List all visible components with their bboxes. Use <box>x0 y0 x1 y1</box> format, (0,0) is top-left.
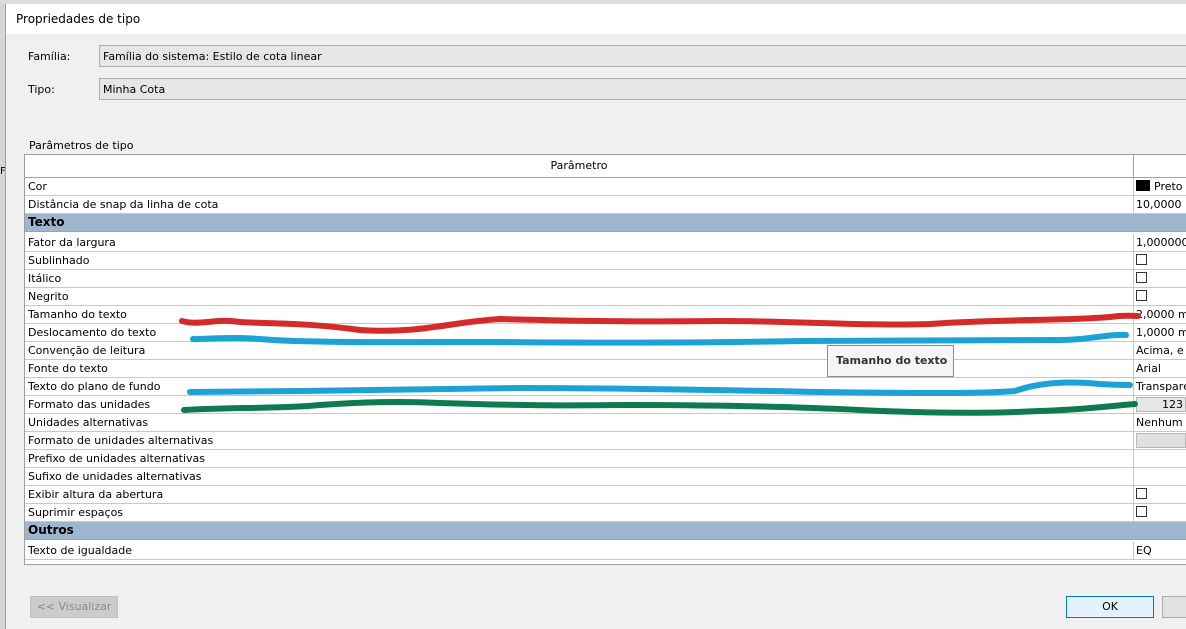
parameter-value[interactable]: Nenhum <box>1133 414 1186 431</box>
table-row[interactable]: Deslocamento do texto 1,0000 mm <box>25 324 1186 342</box>
parameter-name: Distância de snap da linha de cota <box>28 198 219 211</box>
table-row[interactable]: Convenção de leitura Acima, e <box>25 342 1186 360</box>
parameter-value[interactable]: 10,0000 mm <box>1133 196 1186 213</box>
parameter-name: Tamanho do texto <box>28 308 127 321</box>
parameter-value[interactable] <box>1133 504 1186 521</box>
dialog-title: Propriedades de tipo <box>16 12 141 26</box>
parameter-value[interactable] <box>1133 270 1186 287</box>
column-header-parameter[interactable]: Parâmetro <box>25 155 1134 177</box>
parameter-value[interactable]: 2,0000 mm <box>1133 306 1186 323</box>
section-title: Texto <box>28 215 65 229</box>
parameter-name: Unidades alternativas <box>28 416 149 429</box>
title-bar[interactable]: Propriedades de tipo <box>6 4 1186 34</box>
parameter-name: Itálico <box>28 272 62 285</box>
parameter-value[interactable]: Arial <box>1133 360 1186 377</box>
color-swatch <box>1136 180 1150 191</box>
parameter-name: Sublinhado <box>28 254 90 267</box>
parameter-value[interactable]: 123 <box>1133 396 1186 413</box>
tooltip-text-size: Tamanho do texto <box>827 345 954 377</box>
disabled-field <box>1136 433 1186 448</box>
grid-header: Parâmetro <box>25 155 1186 178</box>
ok-button[interactable]: OK <box>1066 596 1154 618</box>
table-row[interactable]: Texto de igualdade EQ <box>25 542 1186 560</box>
parameter-name: Fator da largura <box>28 236 116 249</box>
parameter-name: Texto do plano de fundo <box>28 380 161 393</box>
table-row[interactable]: Prefixo de unidades alternativas <box>25 450 1186 468</box>
parameter-value[interactable] <box>1133 288 1186 305</box>
type-parameters-grid[interactable]: Parâmetro Cor Preto Distância de snap da l… <box>24 154 1186 565</box>
table-row[interactable]: Formato das unidades 123 <box>25 396 1186 414</box>
table-row[interactable]: Unidades alternativas Nenhum <box>25 414 1186 432</box>
parameter-value[interactable] <box>1133 252 1186 269</box>
section-header[interactable]: Texto <box>25 214 1186 232</box>
table-row[interactable]: Itálico <box>25 270 1186 288</box>
parameter-name: Exibir altura da abertura <box>28 488 164 501</box>
parameter-name: Fonte do texto <box>28 362 108 375</box>
parameter-name: Suprimir espaços <box>28 506 124 519</box>
parameter-name: Prefixo de unidades alternativas <box>28 452 206 465</box>
type-parameters-label: Parâmetros de tipo <box>29 139 134 152</box>
parameter-value[interactable]: Transparente <box>1133 378 1186 395</box>
parameter-value[interactable]: 1,0000 mm <box>1133 324 1186 341</box>
table-row[interactable]: Sublinhado <box>25 252 1186 270</box>
units-format-button[interactable]: 123 <box>1136 397 1186 412</box>
parameter-value[interactable] <box>1133 486 1186 503</box>
parameter-name: Texto de igualdade <box>28 544 133 557</box>
table-row[interactable]: Negrito <box>25 288 1186 306</box>
parameter-value[interactable] <box>1133 432 1186 449</box>
table-row[interactable]: Cor Preto <box>25 178 1186 196</box>
parameter-value[interactable]: Preto <box>1133 178 1186 195</box>
section-header[interactable]: Outros <box>25 522 1186 540</box>
cancel-button-partial[interactable] <box>1162 596 1186 618</box>
family-label: Família: <box>28 50 71 63</box>
parameter-name: Formato das unidades <box>28 398 151 411</box>
section-title: Outros <box>28 523 74 537</box>
table-row[interactable]: Tamanho do texto 2,0000 mm <box>25 306 1186 324</box>
table-row[interactable]: Texto do plano de fundo Transparente <box>25 378 1186 396</box>
type-field[interactable]: Minha Cota <box>99 78 1186 100</box>
parameter-name: Cor <box>28 180 47 193</box>
table-row[interactable]: Formato de unidades alternativas <box>25 432 1186 450</box>
checkbox[interactable] <box>1136 254 1147 265</box>
parameter-name: Sufixo de unidades alternativas <box>28 470 202 483</box>
table-row[interactable]: Sufixo de unidades alternativas <box>25 468 1186 486</box>
parameter-value[interactable] <box>1133 450 1186 467</box>
checkbox[interactable] <box>1136 506 1147 517</box>
family-field[interactable]: Família do sistema: Estilo de cota linea… <box>99 45 1186 67</box>
table-row[interactable]: Fonte do texto Arial <box>25 360 1186 378</box>
parameter-value[interactable]: Acima, e <box>1133 342 1186 359</box>
table-row[interactable]: Suprimir espaços <box>25 504 1186 522</box>
table-row[interactable]: Exibir altura da abertura <box>25 486 1186 504</box>
color-name: Preto <box>1154 180 1183 193</box>
checkbox[interactable] <box>1136 272 1147 283</box>
type-label: Tipo: <box>28 83 55 96</box>
table-row[interactable]: Fator da largura 1,000000 <box>25 234 1186 252</box>
table-row[interactable]: Distância de snap da linha de cota 10,000… <box>25 196 1186 214</box>
parameter-value[interactable] <box>1133 468 1186 485</box>
preview-button[interactable]: << Visualizar <box>30 596 118 618</box>
parameter-name: Negrito <box>28 290 69 303</box>
parameter-value[interactable]: 1,000000 <box>1133 234 1186 251</box>
parameter-name: Deslocamento do texto <box>28 326 157 339</box>
checkbox[interactable] <box>1136 290 1147 301</box>
checkbox[interactable] <box>1136 488 1147 499</box>
parameter-name: Convenção de leitura <box>28 344 146 357</box>
parameter-value[interactable]: EQ <box>1133 542 1186 559</box>
parameter-name: Formato de unidades alternativas <box>28 434 214 447</box>
